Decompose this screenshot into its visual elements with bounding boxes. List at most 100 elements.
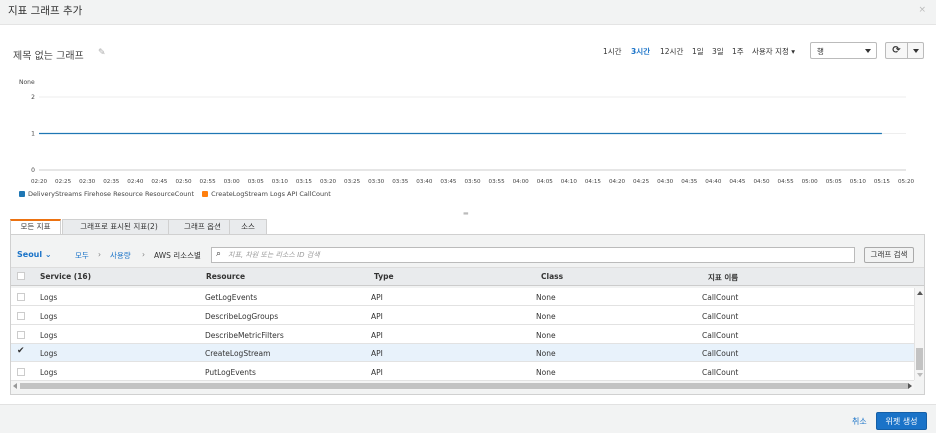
- cancel-button[interactable]: 취소: [852, 416, 867, 427]
- table-row[interactable]: Logs PutLogEvents API None CallCount: [11, 363, 914, 380]
- range-1d[interactable]: 1일: [692, 46, 704, 57]
- table-row[interactable]: Logs DescribeLogGroups API None CallCoun…: [11, 307, 914, 325]
- cell-service: Logs: [40, 331, 58, 340]
- cell-service: Logs: [40, 312, 58, 321]
- create-widget-button[interactable]: 위젯 생성: [876, 412, 927, 430]
- x-tick-label: 04:15: [585, 179, 602, 185]
- cell-type: API: [371, 349, 383, 358]
- table-row[interactable]: Logs GetLogEvents API None CallCount: [11, 288, 914, 306]
- dialog-header: 지표 그래프 추가 ×: [0, 0, 936, 25]
- cell-class: None: [536, 331, 556, 340]
- refresh-button[interactable]: ⟳: [885, 42, 908, 59]
- metrics-table: Logs GetLogEvents API None CallCount Log…: [11, 288, 914, 380]
- x-tick-label: 05:00: [802, 179, 819, 185]
- legend-item[interactable]: DeliveryStreams Firehose Resource Resour…: [19, 190, 194, 198]
- chevron-right-icon: ›: [98, 250, 101, 259]
- cell-resource: CreateLogStream: [205, 349, 271, 358]
- x-tick-label: 04:10: [561, 179, 578, 185]
- legend-item[interactable]: CreateLogStream Logs API CallCount: [202, 190, 331, 198]
- breadcrumb-usage[interactable]: 사용량: [110, 250, 131, 261]
- x-tick-label: 04:35: [681, 179, 698, 185]
- row-checkbox[interactable]: [17, 293, 25, 301]
- x-tick-label: 04:30: [657, 179, 674, 185]
- x-tick-label: 03:40: [416, 179, 433, 185]
- table-row[interactable]: ✔ Logs CreateLogStream API None CallCoun…: [11, 344, 914, 362]
- x-tick-label: 04:05: [537, 179, 554, 185]
- checkmark-icon[interactable]: ✔: [17, 346, 25, 356]
- region-dropdown[interactable]: Seoul ⌄: [17, 250, 52, 259]
- scroll-up-icon[interactable]: [917, 291, 923, 295]
- x-tick-label: 05:10: [850, 179, 867, 185]
- x-tick-label: 04:25: [633, 179, 650, 185]
- x-tick-label: 02:40: [127, 179, 144, 185]
- cell-type: API: [371, 312, 383, 321]
- x-tick-label: 03:35: [392, 179, 409, 185]
- x-tick-label: 03:45: [440, 179, 457, 185]
- x-tick-label: 02:45: [151, 179, 168, 185]
- select-all-checkbox[interactable]: [17, 272, 25, 280]
- vertical-scrollbar[interactable]: [914, 288, 924, 380]
- custom-range-dropdown[interactable]: 사용자 지정 ▾: [752, 46, 795, 57]
- breadcrumb-current: AWS 리소스별: [154, 251, 201, 260]
- resize-handle[interactable]: ▬: [463, 210, 469, 217]
- range-12h[interactable]: 12시간: [660, 46, 683, 57]
- search-input[interactable]: [228, 249, 848, 261]
- cell-metric: CallCount: [702, 312, 739, 321]
- metric-chart: None 0 1 2 02:20 02:25 02:30 02:35 02:40 02:45 02:…: [0, 70, 936, 200]
- cell-resource: DescribeMetricFilters: [205, 331, 284, 340]
- pencil-icon[interactable]: ✎: [98, 48, 106, 58]
- y-tick-label: 2: [31, 94, 35, 101]
- chart-type-select[interactable]: 행: [810, 42, 877, 59]
- x-tick-label: 03:25: [344, 179, 361, 185]
- table-row[interactable]: Logs DescribeMetricFilters API None Call…: [11, 326, 914, 344]
- x-tick-label: 02:25: [55, 179, 72, 185]
- column-header-resource[interactable]: Resource: [206, 272, 245, 281]
- cell-type: API: [371, 293, 383, 302]
- graph-title[interactable]: 제목 없는 그래프: [13, 47, 84, 62]
- tab-all-metrics[interactable]: 모든 지표: [10, 219, 61, 235]
- row-checkbox[interactable]: [17, 368, 25, 376]
- x-tick-label: 03:20: [320, 179, 337, 185]
- tab-graphed-metrics[interactable]: 그래프로 표시된 지표(2): [62, 219, 176, 235]
- column-header-class[interactable]: Class: [541, 272, 563, 281]
- scrollbar-thumb[interactable]: [916, 348, 923, 370]
- cell-metric: CallCount: [702, 349, 739, 358]
- range-1h[interactable]: 1시간: [603, 46, 622, 57]
- region-label: Seoul: [17, 250, 43, 259]
- x-tick-label: 03:55: [489, 179, 506, 185]
- scroll-down-icon[interactable]: [917, 373, 923, 377]
- cell-class: None: [536, 349, 556, 358]
- horizontal-scrollbar[interactable]: [11, 380, 914, 390]
- scroll-right-icon[interactable]: [908, 383, 912, 389]
- search-icon: ⌕: [216, 249, 222, 259]
- y-axis-label: None: [19, 79, 35, 86]
- x-tick-label: 02:55: [200, 179, 217, 185]
- cell-metric: CallCount: [702, 331, 739, 340]
- column-header-service[interactable]: Service (16): [40, 272, 91, 281]
- chart-legend: DeliveryStreams Firehose Resource Resour…: [19, 190, 337, 198]
- x-tick-label: 03:50: [464, 179, 481, 185]
- scrollbar-thumb[interactable]: [20, 383, 908, 389]
- x-tick-label: 04:55: [778, 179, 795, 185]
- scroll-left-icon[interactable]: [13, 383, 17, 389]
- row-checkbox[interactable]: [17, 312, 25, 320]
- refresh-options-button[interactable]: [907, 42, 924, 59]
- range-3d[interactable]: 3일: [712, 46, 724, 57]
- tab-source[interactable]: 소스: [229, 219, 267, 235]
- breadcrumb-all[interactable]: 모두: [75, 250, 89, 261]
- x-tick-label: 05:15: [874, 179, 891, 185]
- cell-service: Logs: [40, 349, 58, 358]
- column-header-metric-name[interactable]: 지표 이름: [708, 272, 738, 283]
- row-checkbox[interactable]: [17, 331, 25, 339]
- x-tick-label: 05:20: [898, 179, 915, 185]
- tab-graph-options[interactable]: 그래프 옵션: [168, 219, 237, 235]
- table-header: Service (16) Resource Type Class 지표 이름: [11, 267, 924, 286]
- close-icon[interactable]: ×: [918, 5, 926, 15]
- cell-resource: PutLogEvents: [205, 368, 256, 377]
- range-3h[interactable]: 3시간: [631, 46, 650, 57]
- column-header-type[interactable]: Type: [374, 272, 394, 281]
- range-1w[interactable]: 1주: [732, 46, 744, 57]
- x-tick-label: 03:30: [368, 179, 385, 185]
- graph-search-button[interactable]: 그래프 검색: [864, 247, 914, 263]
- chevron-down-icon: [865, 49, 871, 53]
